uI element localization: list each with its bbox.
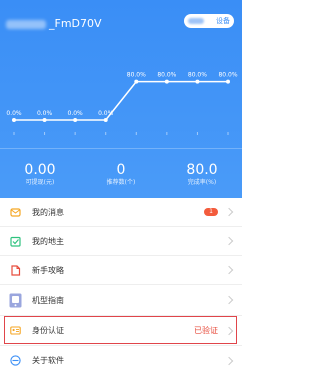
data-label: 80.0% bbox=[127, 72, 146, 79]
chevron-right-icon bbox=[224, 356, 234, 365]
data-point bbox=[103, 118, 108, 122]
data-label: 0.0% bbox=[98, 110, 114, 117]
landlord-icon bbox=[10, 236, 21, 247]
completion-line-chart: 0.0% 0.0% 0.0% 0.0% 80.0% 80.0% 80.0% 80.0% bbox=[6, 72, 238, 135]
data-point bbox=[195, 79, 200, 84]
data-point bbox=[226, 79, 230, 84]
data-label: 80.0% bbox=[157, 72, 176, 79]
stats-divider bbox=[0, 148, 242, 149]
data-point bbox=[134, 79, 139, 84]
data-label: 0.0% bbox=[6, 110, 22, 117]
menu-item-messages[interactable]: 我的消息 1 bbox=[0, 198, 242, 227]
menu-item-label: 身份认证 bbox=[32, 326, 64, 335]
stat-label: 推荐数(个) bbox=[106, 179, 136, 186]
chevron-right-icon bbox=[224, 295, 234, 305]
message-icon bbox=[10, 207, 21, 218]
menu-item-label: 新手攻略 bbox=[32, 265, 64, 275]
data-point bbox=[42, 118, 47, 122]
info-icon bbox=[10, 355, 21, 366]
phone-model-icon bbox=[9, 293, 22, 308]
stat-referrals: 0 推荐数(个) bbox=[81, 162, 161, 188]
device-button-label: 设备 bbox=[216, 17, 230, 25]
redacted-user-prefix bbox=[6, 19, 46, 29]
verified-status: 已验证 bbox=[194, 326, 218, 335]
menu-item-phone-models[interactable]: 机型指南 bbox=[0, 285, 242, 316]
data-point bbox=[12, 118, 16, 122]
data-label: 80.0% bbox=[188, 72, 207, 79]
chevron-right-icon bbox=[224, 265, 234, 275]
data-label: 0.0% bbox=[68, 110, 84, 117]
stat-label: 可提现(元) bbox=[25, 179, 55, 186]
menu-item-label: 我的地主 bbox=[32, 236, 64, 246]
device-button[interactable]: 设备 bbox=[184, 14, 234, 28]
stat-value: 0.00 bbox=[24, 162, 56, 178]
menu-list: 我的消息 1 我的地主 新手攻略 机型指南 身份认证 已验证 关于软件 bbox=[0, 198, 242, 375]
stat-value: 0 bbox=[116, 162, 126, 178]
redacted-pill-text bbox=[188, 18, 204, 24]
menu-item-label: 关于软件 bbox=[32, 356, 64, 365]
user-name: _FmD70V bbox=[6, 17, 102, 30]
guide-icon bbox=[10, 264, 21, 276]
id-card-icon bbox=[10, 325, 21, 336]
data-point bbox=[73, 118, 78, 122]
data-label: 80.0% bbox=[218, 72, 237, 79]
menu-item-about[interactable]: 关于软件 bbox=[0, 346, 242, 375]
user-row: _FmD70V 设备 bbox=[0, 0, 242, 40]
stat-withdrawable: 0.00 可提现(元) bbox=[0, 162, 80, 188]
stat-value: 80.0 bbox=[186, 162, 218, 178]
unread-badge: 1 bbox=[204, 208, 218, 216]
stat-completion-rate: 80.0 完成率(%) bbox=[162, 162, 242, 188]
menu-item-landlord[interactable]: 我的地主 bbox=[0, 227, 242, 256]
user-name-text: _FmD70V bbox=[49, 17, 102, 30]
chevron-right-icon bbox=[224, 236, 234, 246]
data-point bbox=[164, 79, 169, 84]
menu-item-identity-verification[interactable]: 身份认证 已验证 bbox=[0, 316, 242, 346]
data-label: 0.0% bbox=[37, 110, 53, 117]
chevron-right-icon bbox=[224, 207, 234, 217]
menu-item-label: 我的消息 bbox=[32, 207, 64, 217]
profile-header: _FmD70V 设备 0.0% 0.0% 0.0% 0.0% 80.0% 80.0% 80.… bbox=[0, 0, 242, 198]
menu-item-label: 机型指南 bbox=[32, 295, 64, 305]
chevron-right-icon bbox=[224, 326, 234, 335]
stat-label: 完成率(%) bbox=[187, 179, 217, 186]
menu-item-guide[interactable]: 新手攻略 bbox=[0, 256, 242, 285]
